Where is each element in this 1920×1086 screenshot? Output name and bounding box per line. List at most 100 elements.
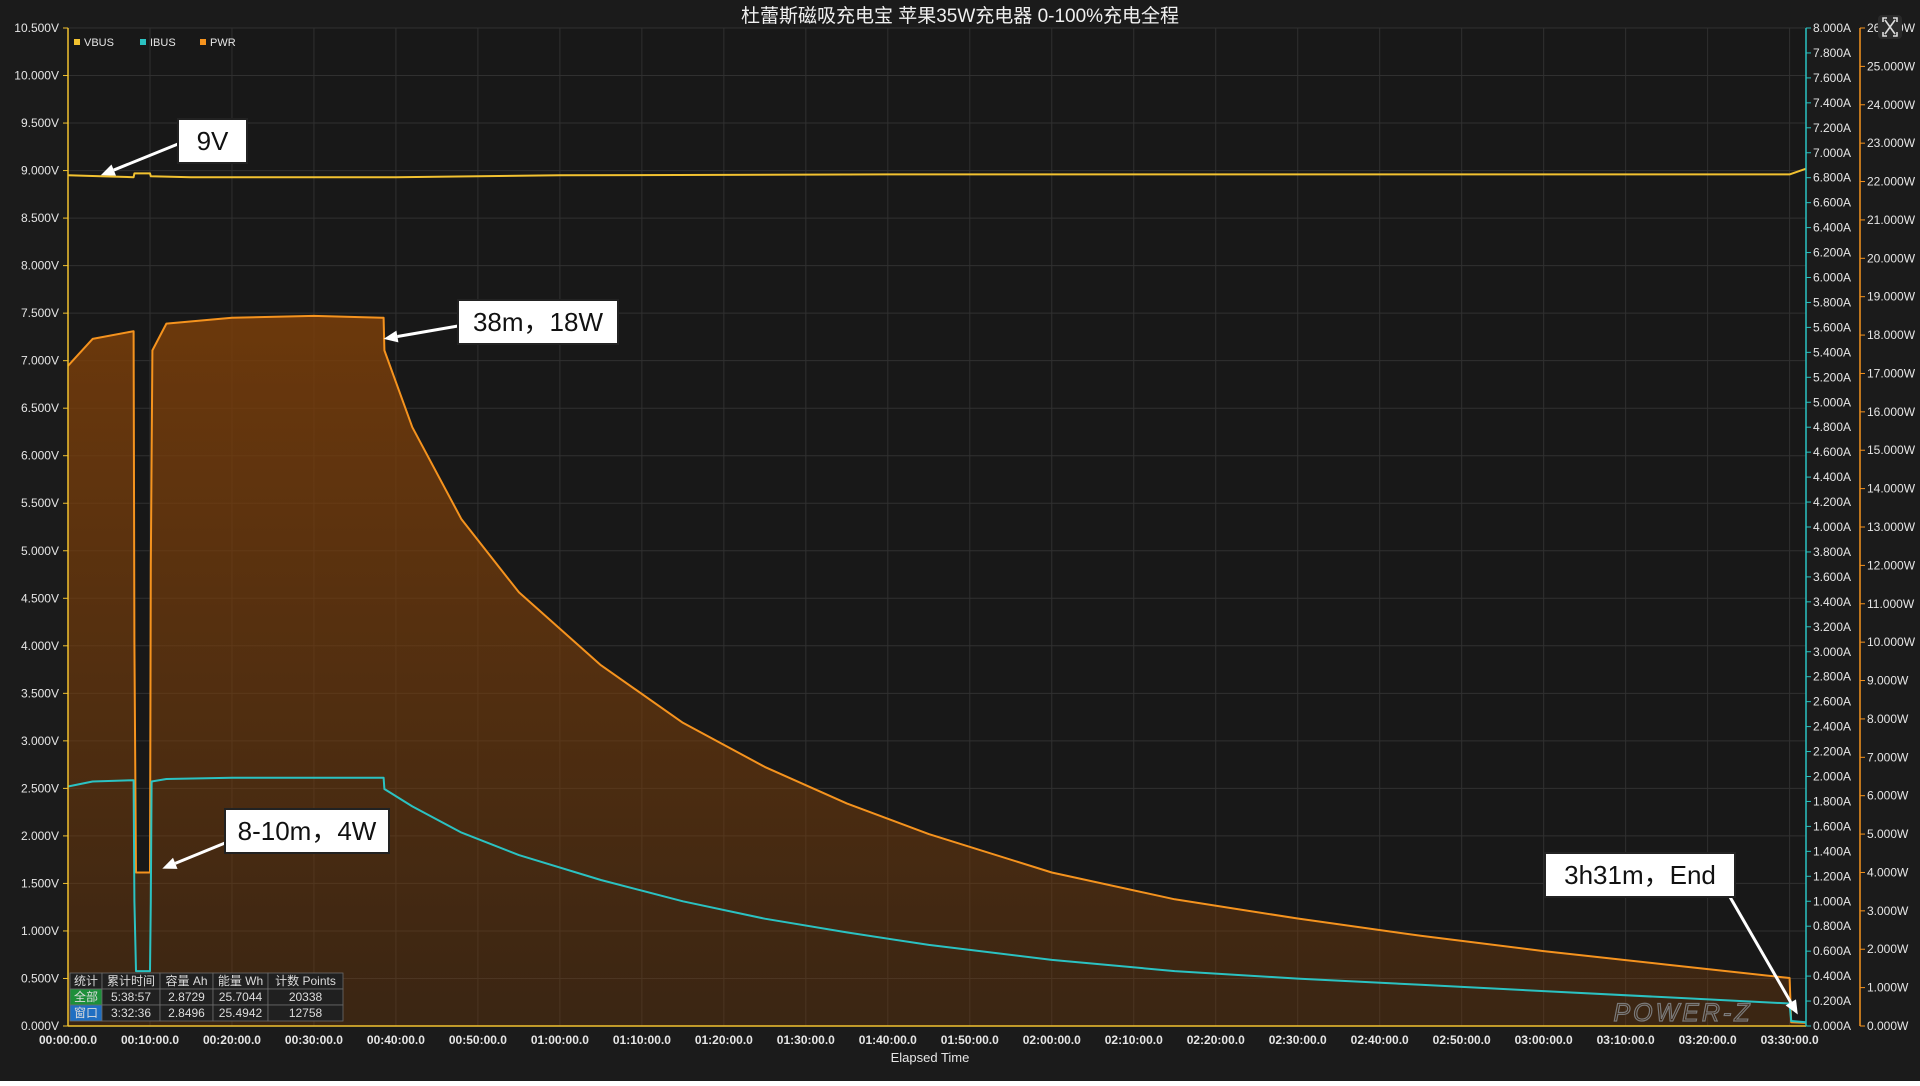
y-power-tick-label: 2.000W xyxy=(1867,942,1909,956)
stats-value-cell: 窗口 xyxy=(74,1006,98,1020)
y-left-tick-label: 6.000V xyxy=(21,449,59,463)
y-left-tick-label: 4.500V xyxy=(21,591,59,605)
x-tick-label: 03:10:00.0 xyxy=(1597,1033,1655,1047)
y-left-tick-label: 5.000V xyxy=(21,544,59,558)
y-left-tick-label: 9.500V xyxy=(21,116,59,130)
stats-value-cell: 20338 xyxy=(289,990,323,1004)
y-power-tick-label: 16.000W xyxy=(1867,405,1916,419)
charging-chart: 00:00:00.0 00:10:00.0 00:20:00.0 00:30:00.0… xyxy=(0,0,1920,1081)
y-left-tick-label: 7.000V xyxy=(21,354,59,368)
chart-title: 杜蕾斯磁吸充电宝 苹果35W充电器 0-100%充电全程 xyxy=(741,5,1179,27)
y-current-tick-label: 3.200A xyxy=(1813,620,1851,634)
y-current-tick-label: 1.600A xyxy=(1813,819,1851,833)
y-left-tick-label: 5.500V xyxy=(21,496,59,510)
annotation-label: 9V xyxy=(197,126,229,156)
x-tick-label: 03:00:00.0 xyxy=(1515,1033,1573,1047)
y-power-tick-label: 24.000W xyxy=(1867,98,1916,112)
legend-swatch xyxy=(74,39,80,45)
y-current-tick-label: 1.000A xyxy=(1813,894,1851,908)
legend[interactable]: VBUS IBUS PWR xyxy=(74,37,236,49)
y-current-tick-label: 0.800A xyxy=(1813,919,1851,933)
y-power-tick-label: 17.000W xyxy=(1867,366,1916,380)
y-current-tick-label: 2.800A xyxy=(1813,670,1851,684)
x-tick-label: 00:50:00.0 xyxy=(449,1033,507,1047)
stats-value-cell: 5:38:57 xyxy=(111,990,151,1004)
x-tick-label: 01:40:00.0 xyxy=(859,1033,917,1047)
x-tick-label: 02:50:00.0 xyxy=(1433,1033,1491,1047)
y-power-tick-label: 7.000W xyxy=(1867,750,1909,764)
y-power-tick-label: 20.000W xyxy=(1867,251,1916,265)
y-current-tick-label: 3.600A xyxy=(1813,570,1851,584)
y-current-tick-label: 2.200A xyxy=(1813,745,1851,759)
x-tick-label: 02:30:00.0 xyxy=(1269,1033,1327,1047)
y-current-tick-label: 4.400A xyxy=(1813,470,1851,484)
x-tick-label: 02:10:00.0 xyxy=(1105,1033,1163,1047)
y-current-tick-label: 3.400A xyxy=(1813,595,1851,609)
y-current-tick-label: 2.400A xyxy=(1813,720,1851,734)
y-left-tick-label: 7.500V xyxy=(21,306,59,320)
y-left-tick-label: 2.500V xyxy=(21,781,59,795)
y-current-tick-label: 6.800A xyxy=(1813,171,1851,185)
y-left-tick-label: 10.000V xyxy=(14,69,59,83)
y-power-tick-label: 23.000W xyxy=(1867,136,1916,150)
y-power-tick-label: 0.000W xyxy=(1867,1019,1909,1033)
y-current-tick-label: 6.600A xyxy=(1813,196,1851,210)
y-left-tick-label: 3.000V xyxy=(21,734,59,748)
y-left-tick-label: 0.000V xyxy=(21,1019,59,1033)
stats-header-cell: 容量 Ah xyxy=(165,973,207,988)
y-current-tick-label: 6.200A xyxy=(1813,246,1851,260)
x-tick-label: 00:30:00.0 xyxy=(285,1033,343,1047)
y-power-tick-label: 6.000W xyxy=(1867,789,1909,803)
y-current-tick-label: 4.000A xyxy=(1813,520,1851,534)
x-tick-label: 00:40:00.0 xyxy=(367,1033,425,1047)
y-current-tick-label: 4.600A xyxy=(1813,445,1851,459)
stats-table: 统计 累计时间 容量 Ah 能量 Wh 计数 Points 全部 5:38:57 2.8729… xyxy=(69,972,344,1022)
legend-label: IBUS xyxy=(150,37,176,49)
x-tick-label: 03:30:00.0 xyxy=(1761,1033,1819,1047)
watermark: POWER-Z xyxy=(1613,999,1752,1027)
y-current-tick-label: 2.000A xyxy=(1813,770,1851,784)
y-power-tick-label: 9.000W xyxy=(1867,674,1909,688)
fullscreen-button[interactable] xyxy=(1878,15,1902,39)
x-tick-label: 01:20:00.0 xyxy=(695,1033,753,1047)
y-power-tick-label: 12.000W xyxy=(1867,558,1916,572)
y-current-tick-label: 1.800A xyxy=(1813,794,1851,808)
y-left-tick-label: 6.500V xyxy=(21,401,59,415)
x-tick-label: 02:40:00.0 xyxy=(1351,1033,1409,1047)
y-power-tick-label: 19.000W xyxy=(1867,290,1916,304)
y-current-tick-label: 6.000A xyxy=(1813,271,1851,285)
stats-value-cell: 2.8729 xyxy=(168,990,205,1004)
x-tick-label: 02:20:00.0 xyxy=(1187,1033,1245,1047)
y-power-tick-label: 11.000W xyxy=(1867,597,1915,611)
y-current-tick-label: 7.000A xyxy=(1813,146,1851,160)
y-left-tick-label: 3.500V xyxy=(21,686,59,700)
y-current-tick-label: 8.000A xyxy=(1813,21,1851,35)
legend-swatch xyxy=(200,39,206,45)
y-left-tick-label: 8.000V xyxy=(21,259,59,273)
y-power-tick-label: 13.000W xyxy=(1867,520,1916,534)
y-left-tick-label: 1.000V xyxy=(21,924,59,938)
y-current-tick-label: 3.800A xyxy=(1813,545,1851,559)
annotation-label: 3h31m，End xyxy=(1564,860,1716,890)
y-current-tick-label: 4.800A xyxy=(1813,420,1851,434)
x-tick-label: 00:10:00.0 xyxy=(121,1033,179,1047)
y-current-tick-label: 1.200A xyxy=(1813,869,1851,883)
y-left-tick-label: 8.500V xyxy=(21,211,59,225)
y-current-tick-label: 5.400A xyxy=(1813,345,1851,359)
stats-header-cell: 能量 Wh xyxy=(218,974,263,988)
y-current-tick-label: 0.200A xyxy=(1813,994,1851,1008)
stats-value-cell: 12758 xyxy=(289,1006,323,1020)
x-tick-label: 00:20:00.0 xyxy=(203,1033,261,1047)
x-tick-label: 02:00:00.0 xyxy=(1023,1033,1081,1047)
annotation-label: 38m，18W xyxy=(473,307,603,337)
y-left-tick-label: 0.500V xyxy=(21,971,59,985)
x-tick-label: 01:00:00.0 xyxy=(531,1033,589,1047)
y-current-tick-label: 3.000A xyxy=(1813,645,1851,659)
y-current-tick-label: 6.400A xyxy=(1813,221,1851,235)
stats-value-cell: 25.4942 xyxy=(219,1006,263,1020)
y-current-tick-label: 7.600A xyxy=(1813,71,1851,85)
legend-label: VBUS xyxy=(84,37,114,49)
annotation-label: 8-10m，4W xyxy=(238,816,377,846)
x-axis-label: Elapsed Time xyxy=(891,1050,970,1065)
y-current-tick-label: 7.400A xyxy=(1813,96,1851,110)
